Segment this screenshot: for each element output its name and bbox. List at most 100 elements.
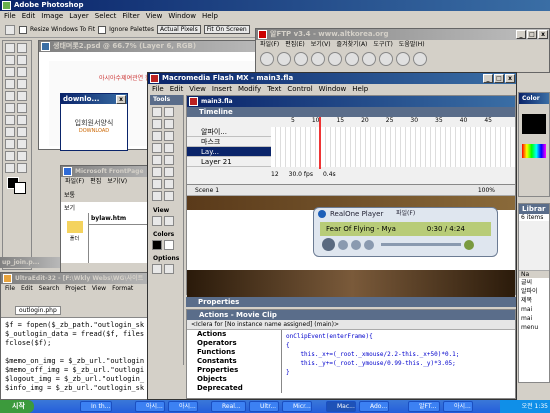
close-icon[interactable]: x	[116, 95, 126, 104]
fp-menu-file[interactable]: 파일(F)	[65, 177, 84, 187]
taskbar-button[interactable]: 알FT...	[408, 401, 440, 412]
taskbar-button[interactable]: Micr...	[282, 401, 312, 412]
seek-bar[interactable]	[381, 243, 461, 246]
fp-menu-view[interactable]: 보기(V)	[107, 177, 127, 187]
blur-tool-icon[interactable]	[5, 115, 15, 125]
download-popup-titlebar[interactable]: downlo... x	[61, 94, 127, 104]
flash-menu-control[interactable]: Control	[287, 84, 312, 94]
ftp-menu-help[interactable]: 도움말(H)	[399, 40, 425, 50]
volume-icon[interactable]	[464, 239, 474, 250]
flash-menu-edit[interactable]: Edit	[170, 84, 184, 94]
minimize-icon[interactable]: _	[483, 74, 493, 83]
action-category[interactable]: Deprecated	[187, 384, 281, 393]
start-button[interactable]: 시작	[0, 400, 34, 413]
library-item[interactable]: menu	[519, 323, 549, 332]
stroke-color-icon[interactable]	[152, 240, 162, 250]
menu-select[interactable]: Select	[95, 11, 117, 21]
rect-tool-icon[interactable]	[164, 143, 174, 153]
menu-file[interactable]: File	[4, 11, 16, 21]
ue-menu-format[interactable]: Format	[112, 284, 133, 294]
minimize-icon[interactable]: _	[516, 30, 526, 39]
taskbar-button[interactable]: 아시...	[443, 401, 473, 412]
ignore-checkbox[interactable]	[98, 25, 107, 34]
fill-transform-icon[interactable]	[164, 167, 174, 177]
ftp-upload-icon[interactable]	[294, 52, 308, 66]
dropper-icon[interactable]	[152, 191, 162, 201]
flash-titlebar[interactable]: Macromedia Flash MX - main3.fla _ □ x	[148, 73, 516, 84]
ftp-menu-view[interactable]: 보기(V)	[311, 40, 331, 50]
ftp-menu-favorites[interactable]: 즐겨찾기(A)	[337, 40, 368, 50]
flash-doc-titlebar[interactable]: main3.fla	[187, 96, 515, 107]
timeline-layer-selected[interactable]: Lay...	[187, 147, 271, 157]
action-category[interactable]: Operators	[187, 339, 281, 348]
pen-tool-icon[interactable]	[5, 139, 15, 149]
resize-checkbox[interactable]	[19, 25, 27, 34]
library-item[interactable]: mai	[519, 305, 549, 314]
ftp-rename-icon[interactable]	[396, 52, 410, 66]
next-button[interactable]	[364, 239, 374, 250]
taskbar-button[interactable]: Real...	[211, 401, 246, 412]
library-item[interactable]: 제목	[519, 296, 549, 305]
flash-menu-modify[interactable]: Modify	[238, 84, 261, 94]
ue-file-tab[interactable]: outlogin.php	[15, 306, 61, 315]
snap-icon[interactable]	[152, 264, 162, 274]
ue-menu-edit[interactable]: Edit	[21, 284, 33, 294]
maximize-icon[interactable]: □	[527, 30, 537, 39]
pencil-tool-icon[interactable]	[152, 155, 162, 165]
gradient-tool-icon[interactable]	[17, 103, 27, 113]
previous-button[interactable]	[351, 239, 361, 250]
fp-menu-edit[interactable]: 편집	[90, 177, 101, 187]
ftp-folder-icon[interactable]	[362, 52, 376, 66]
heal-tool-icon[interactable]	[5, 79, 15, 89]
menu-window[interactable]: Window	[168, 11, 196, 21]
taskbar-button-active[interactable]: Mac...	[326, 401, 356, 412]
pen-icon[interactable]	[152, 131, 162, 141]
color-spectrum[interactable]	[522, 144, 546, 158]
ue-menu-file[interactable]: File	[5, 284, 15, 294]
transform-tool-icon[interactable]	[152, 167, 162, 177]
timeline-layer[interactable]: Layer 21	[187, 157, 271, 167]
zoom-icon[interactable]	[17, 163, 27, 173]
stop-button[interactable]	[338, 239, 348, 250]
ftp-refresh-icon[interactable]	[328, 52, 342, 66]
notes-tool-icon[interactable]	[5, 151, 15, 161]
type-tool-icon[interactable]	[17, 127, 27, 137]
scene-label[interactable]: Scene 1	[195, 187, 219, 194]
playhead[interactable]	[319, 117, 321, 169]
text-tool-icon[interactable]	[164, 131, 174, 141]
stamp-tool-icon[interactable]	[5, 91, 15, 101]
lasso-icon[interactable]	[164, 119, 174, 129]
library-item[interactable]: 알파이	[519, 287, 549, 296]
ftp-download-icon[interactable]	[311, 52, 325, 66]
taskbar-button[interactable]: In th...	[80, 401, 112, 412]
ue-menu-view[interactable]: View	[92, 284, 106, 294]
psd-doc-titlebar[interactable]: 생태며롯2.psd @ 66.7% (Layer 6, RGB)	[39, 41, 287, 52]
maximize-icon[interactable]: □	[494, 74, 504, 83]
timeline-layer[interactable]: 알파이...	[187, 127, 271, 137]
clock[interactable]: 오전 1:35	[522, 403, 548, 410]
menu-view[interactable]: View	[146, 11, 163, 21]
ftp-settings-icon[interactable]	[413, 52, 427, 66]
play-button[interactable]	[322, 238, 335, 251]
ftp-stop-icon[interactable]	[345, 52, 359, 66]
frame-grid[interactable]	[271, 127, 515, 167]
ue-menu-project[interactable]: Project	[65, 284, 86, 294]
shape-tool-icon[interactable]	[17, 139, 27, 149]
oval-tool-icon[interactable]	[152, 143, 162, 153]
wand-tool-icon[interactable]	[17, 55, 27, 65]
hand-tool-icon[interactable]	[5, 163, 15, 173]
folder-icon[interactable]	[66, 221, 83, 233]
zoom-tool-icon[interactable]	[5, 24, 15, 35]
fill-color-icon[interactable]	[164, 240, 174, 250]
timeline-layer[interactable]: 마스크	[187, 137, 271, 147]
ue-menu-search[interactable]: Search	[39, 284, 60, 294]
ftp-disconnect-icon[interactable]	[277, 52, 291, 66]
properties-label[interactable]: Properties	[186, 297, 516, 307]
background-color[interactable]	[14, 182, 26, 194]
taskbar-button[interactable]: 아시...	[135, 401, 165, 412]
dodge-tool-icon[interactable]	[17, 115, 27, 125]
ftp-menu-file[interactable]: 파일(F)	[260, 40, 279, 50]
ftp-menu-tools[interactable]: 도구(T)	[373, 40, 392, 50]
flash-menu-file[interactable]: File	[152, 84, 164, 94]
photoshop-titlebar[interactable]: Adobe Photoshop	[0, 0, 550, 11]
